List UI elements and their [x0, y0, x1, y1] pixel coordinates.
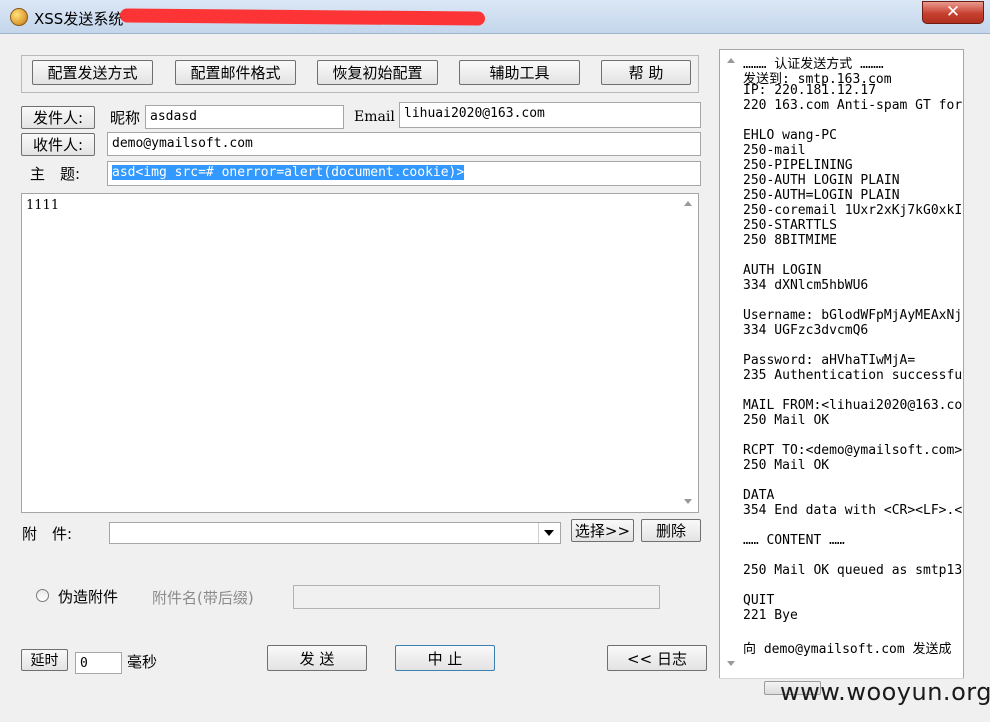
log-line: 向 demo@ymailsoft.com 发送成: [743, 642, 952, 657]
restore-config-button[interactable]: 恢复初始配置: [317, 60, 438, 85]
log-line: 250-STARTTLS: [743, 218, 837, 233]
subject-input[interactable]: asd<img src=# onerror=alert(document.coo…: [107, 161, 701, 186]
log-line: 250 8BITMIME: [743, 233, 837, 248]
tools-button[interactable]: 辅助工具: [459, 60, 580, 85]
log-line: 221 Bye: [743, 608, 798, 623]
close-button[interactable]: ✕: [922, 1, 984, 24]
body-textarea[interactable]: 1111: [21, 193, 699, 513]
log-line: 354 End data with <CR><LF>.<: [743, 503, 963, 518]
email-label: Email: [354, 109, 395, 125]
email-input[interactable]: lihuai2020@163.com: [399, 102, 701, 128]
sender-button[interactable]: 发件人:: [21, 106, 95, 129]
log-line: 250-AUTH LOGIN PLAIN: [743, 173, 900, 188]
log-line: 250 Mail OK queued as smtp13: [743, 563, 963, 578]
help-button[interactable]: 帮 助: [601, 60, 691, 85]
select-attachment-button[interactable]: 选择>>: [571, 519, 634, 542]
log-line: 220 163.com Anti-spam GT for: [743, 98, 963, 113]
watermark: www.wooyun.org: [780, 678, 990, 706]
fake-attachment-radio[interactable]: [36, 589, 49, 602]
log-line: DATA: [743, 488, 775, 503]
log-line: EHLO wang-PC: [743, 128, 837, 143]
recipient-input[interactable]: demo@ymailsoft.com: [107, 132, 701, 156]
log-line: 250-mail: [743, 143, 806, 158]
app-icon: [10, 8, 28, 26]
scroll-up-icon[interactable]: [684, 201, 692, 206]
log-line: Password: aHVhaTIwMjA=: [743, 353, 916, 368]
scroll-down-icon[interactable]: [684, 499, 692, 504]
config-send-button[interactable]: 配置发送方式: [32, 60, 153, 85]
subject-selected-text: asd<img src=# onerror=alert(document.coo…: [112, 165, 465, 180]
attachment-label: 附 件:: [22, 525, 73, 543]
log-line: 250-AUTH=LOGIN PLAIN: [743, 188, 900, 203]
log-scroll-down-icon[interactable]: [727, 661, 735, 666]
log-line: AUTH LOGIN: [743, 263, 822, 278]
body-scrollbar[interactable]: [679, 194, 698, 512]
attachment-name-label: 附件名(带后缀): [152, 589, 254, 607]
window-title: XSS发送系统: [34, 10, 124, 28]
log-scroll-up-icon[interactable]: [727, 58, 735, 63]
log-line: 250 Mail OK: [743, 458, 830, 473]
nickname-input[interactable]: asdasd: [145, 105, 344, 129]
log-button[interactable]: << 日志: [607, 645, 707, 671]
log-line: 334 UGFzc3dvcmQ6: [743, 323, 869, 338]
log-line: Username: bGlodWFpMjAyMEAxNj: [743, 308, 963, 323]
log-line: 250 Mail OK: [743, 413, 830, 428]
log-line: RCPT TO:<demo@ymailsoft.com>: [743, 443, 963, 458]
log-line: …… CONTENT ……: [743, 533, 845, 548]
log-line: QUIT: [743, 593, 775, 608]
attachment-combobox[interactable]: [109, 522, 561, 544]
delay-unit-label: 毫秒: [127, 653, 158, 671]
attachment-name-input[interactable]: [293, 585, 660, 609]
log-panel[interactable]: ……… 认证发送方式 ……… 发送到: smtp.163.com IP: 220.1…: [719, 49, 964, 697]
config-mail-button[interactable]: 配置邮件格式: [175, 60, 296, 85]
log-line: IP: 220.181.12.17: [743, 83, 877, 98]
fake-attachment-label: 伪造附件: [58, 588, 119, 606]
nickname-label: 昵称: [110, 109, 141, 127]
delete-attachment-button[interactable]: 删除: [641, 519, 701, 542]
log-line: 235 Authentication successfu: [743, 368, 963, 383]
dropdown-arrow-icon[interactable]: [538, 523, 559, 543]
log-line: 334 dXNlcm5hbWU6: [743, 278, 869, 293]
recipient-button[interactable]: 收件人:: [21, 133, 95, 156]
send-button[interactable]: 发 送: [267, 645, 367, 671]
delay-input[interactable]: 0: [75, 652, 122, 674]
stop-button[interactable]: 中 止: [395, 645, 495, 671]
log-line: 250-PIPELINING: [743, 158, 853, 173]
subject-label: 主 题:: [30, 165, 81, 183]
log-line: MAIL FROM:<lihuai2020@163.co: [743, 398, 963, 413]
log-line: 250-coremail 1Uxr2xKj7kG0xkI: [743, 203, 963, 218]
delay-button[interactable]: 延时: [21, 649, 68, 671]
